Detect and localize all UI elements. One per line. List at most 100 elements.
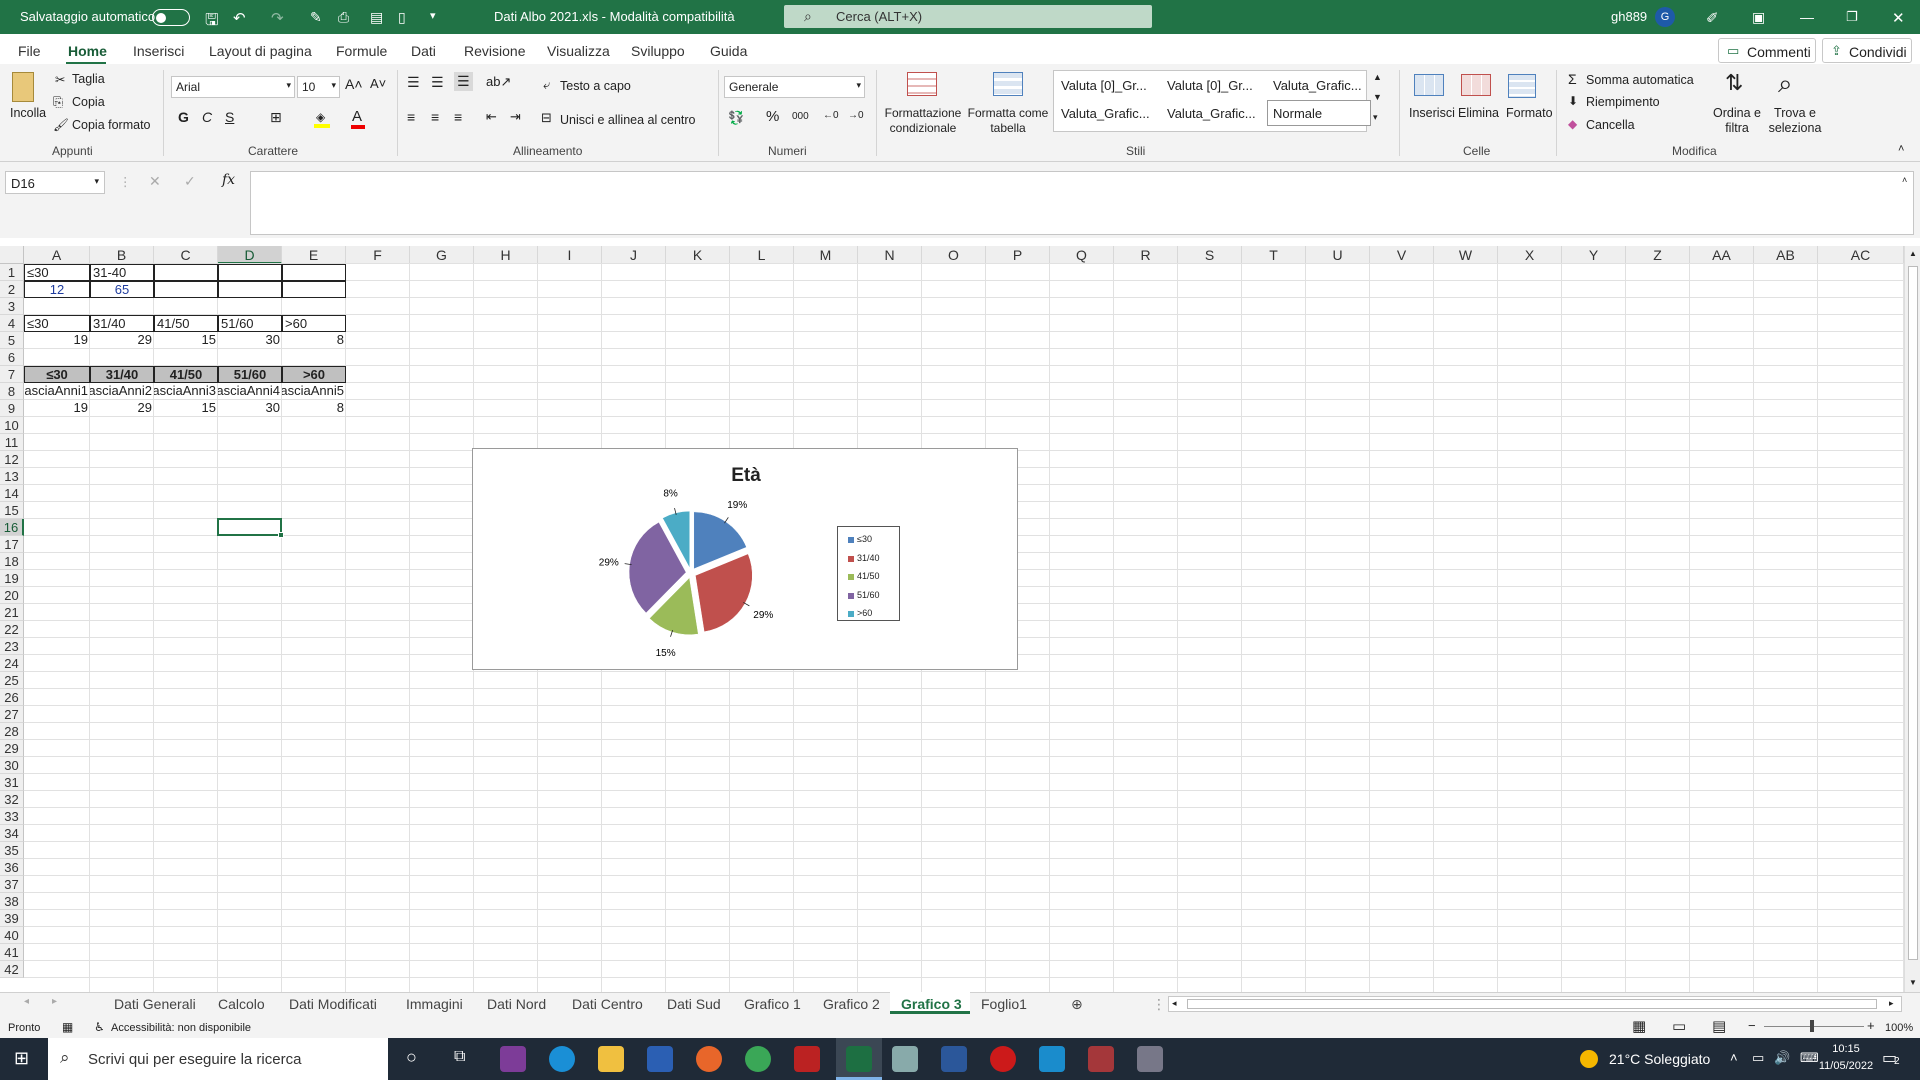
- normal-view-icon[interactable]: ▦: [1632, 1017, 1646, 1035]
- scroll-right-arrow-icon[interactable]: ▸: [1889, 998, 1894, 1009]
- format-cells-icon[interactable]: [1508, 74, 1536, 98]
- format-cells-button[interactable]: Formato: [1506, 106, 1553, 120]
- insert-cells-icon[interactable]: [1414, 74, 1444, 96]
- active-cell-selection[interactable]: [217, 518, 284, 538]
- sheet-tab[interactable]: Foglio1: [981, 996, 1027, 1012]
- cell-e8[interactable]: FasciaAnni5: [282, 383, 346, 400]
- add-sheet-icon[interactable]: ⊕: [1071, 996, 1083, 1013]
- horizontal-scroll-thumb[interactable]: [1187, 999, 1877, 1009]
- print-preview-icon[interactable]: ▤: [370, 9, 383, 26]
- name-box[interactable]: D16 ▾: [5, 171, 105, 194]
- align-center-icon[interactable]: ≡: [431, 109, 439, 125]
- filezilla-icon[interactable]: [794, 1046, 820, 1072]
- macro-record-icon[interactable]: ▦: [62, 1020, 73, 1034]
- fill-handle[interactable]: [278, 532, 284, 538]
- cell-c9[interactable]: 15: [154, 400, 218, 417]
- align-bottom-icon[interactable]: ☰: [454, 72, 473, 91]
- cell-d5[interactable]: 30: [218, 332, 282, 349]
- cell-e7[interactable]: >60: [282, 366, 346, 383]
- menu-file[interactable]: File: [18, 43, 41, 59]
- number-format-select[interactable]: Generale ▾: [724, 76, 865, 98]
- cell-c7[interactable]: 41/50: [154, 366, 218, 383]
- sheet-tab[interactable]: Immagini: [406, 996, 463, 1012]
- network-icon[interactable]: ▭: [1752, 1050, 1764, 1066]
- currency-icon[interactable]: 💱: [728, 110, 744, 126]
- cell-style-item-normal[interactable]: Normale: [1267, 100, 1371, 126]
- zoom-out-icon[interactable]: −: [1748, 1018, 1756, 1033]
- cell-d4[interactable]: 51/60: [218, 315, 282, 332]
- app-icon[interactable]: [500, 1046, 526, 1072]
- thousands-icon[interactable]: 000: [792, 111, 809, 122]
- fill-color-icon[interactable]: ◈: [314, 110, 330, 128]
- align-middle-icon[interactable]: ☰: [431, 74, 444, 91]
- word-icon[interactable]: [941, 1046, 967, 1072]
- underline-button[interactable]: S: [225, 109, 234, 125]
- zoom-in-icon[interactable]: +: [1867, 1018, 1875, 1033]
- zoom-slider-thumb[interactable]: [1810, 1020, 1814, 1032]
- document-title[interactable]: Dati Albo 2021.xls - Modalità compatibil…: [494, 9, 735, 24]
- cell-e9[interactable]: 8: [282, 400, 346, 417]
- cell-e1[interactable]: [282, 264, 346, 281]
- wrap-text-button[interactable]: Testo a capo: [560, 79, 631, 93]
- menu-developer[interactable]: Sviluppo: [631, 43, 685, 59]
- cell-d2[interactable]: [218, 281, 282, 298]
- orientation-icon[interactable]: ab↗: [486, 74, 511, 90]
- increase-indent-icon[interactable]: ⇥: [510, 109, 521, 125]
- enter-icon[interactable]: ✓: [184, 173, 196, 190]
- paste-button[interactable]: Incolla: [10, 106, 46, 120]
- cell-a2[interactable]: 12: [24, 281, 90, 298]
- cut-button[interactable]: Taglia: [72, 72, 105, 86]
- redo-icon[interactable]: ↷: [271, 9, 284, 27]
- format-as-table-button[interactable]: Formatta come tabella: [965, 106, 1051, 136]
- next-sheet-icon[interactable]: ▸: [52, 996, 57, 1007]
- cell-style-item[interactable]: Valuta [0]_Gr...: [1167, 78, 1253, 93]
- share-button[interactable]: ⇪ Condividi: [1822, 38, 1912, 63]
- expand-formula-icon[interactable]: ˄: [1902, 175, 1907, 185]
- zoom-slider[interactable]: [1764, 1026, 1864, 1027]
- cell-e2[interactable]: [282, 281, 346, 298]
- cell-a9[interactable]: 19: [24, 400, 90, 417]
- cell-c8[interactable]: FasciaAnni3: [154, 383, 218, 400]
- cell-style-item[interactable]: Valuta_Grafic...: [1061, 106, 1150, 121]
- cell-a1[interactable]: ≤30: [24, 264, 90, 281]
- align-right-icon[interactable]: ≡: [454, 109, 462, 125]
- page-layout-view-icon[interactable]: ▭: [1672, 1017, 1686, 1035]
- excel-taskbar-active[interactable]: [836, 1038, 882, 1080]
- conditional-format-icon[interactable]: [907, 72, 937, 96]
- copy-icon[interactable]: ⎘: [53, 95, 63, 110]
- search-box[interactable]: ⌕ Cerca (ALT+X): [784, 5, 1152, 28]
- cell-a7[interactable]: ≤30: [24, 366, 90, 383]
- cell-b7[interactable]: 31/40: [90, 366, 154, 383]
- app-icon[interactable]: [892, 1046, 918, 1072]
- increase-decimal-icon[interactable]: ←0: [823, 110, 839, 121]
- eraser-icon[interactable]: ◆: [1568, 117, 1577, 131]
- app-icon[interactable]: [1039, 1046, 1065, 1072]
- sheet-tab[interactable]: Calcolo: [218, 996, 265, 1012]
- insert-cells-button[interactable]: Inserisci: [1409, 106, 1455, 120]
- sort-filter-button[interactable]: Ordina e filtra: [1712, 106, 1762, 136]
- chart-area[interactable]: Età 19% 29% 15% 29% 8% ≤30 31/40 41/50 51/60 >60: [472, 448, 1018, 670]
- conditional-format-button[interactable]: Formattazione condizionale: [884, 106, 962, 136]
- edge-icon[interactable]: [549, 1046, 575, 1072]
- scroll-up-arrow-icon[interactable]: ▲: [1909, 249, 1917, 258]
- cell-b9[interactable]: 29: [90, 400, 154, 417]
- sheet-tab[interactable]: Dati Nord: [487, 996, 546, 1012]
- autosum-button[interactable]: Somma automatica: [1586, 73, 1694, 87]
- cell-d9[interactable]: 30: [218, 400, 282, 417]
- cell-b2[interactable]: 65: [90, 281, 154, 298]
- cell-b4[interactable]: 31/40: [90, 315, 154, 332]
- scroll-down-arrow-icon[interactable]: ▼: [1909, 978, 1917, 987]
- align-top-icon[interactable]: ☰: [407, 74, 420, 91]
- sort-filter-icon[interactable]: ⇅: [1725, 70, 1743, 96]
- font-name-select[interactable]: Arial ▾: [171, 76, 295, 98]
- formula-input[interactable]: [250, 171, 1914, 235]
- cell-a8[interactable]: FasciaAnni1: [24, 383, 90, 400]
- collapse-ribbon-icon[interactable]: ˄: [1898, 143, 1904, 155]
- menu-help[interactable]: Guida: [710, 43, 747, 59]
- cell-style-item[interactable]: Valuta_Grafic...: [1167, 106, 1256, 121]
- cell-style-item[interactable]: Valuta_Grafic...: [1273, 78, 1362, 93]
- cortana-icon[interactable]: ○: [406, 1047, 417, 1068]
- accessibility-icon[interactable]: ♿: [94, 1020, 105, 1034]
- cell-e5[interactable]: 8: [282, 332, 346, 349]
- form-icon[interactable]: ✎: [310, 9, 322, 26]
